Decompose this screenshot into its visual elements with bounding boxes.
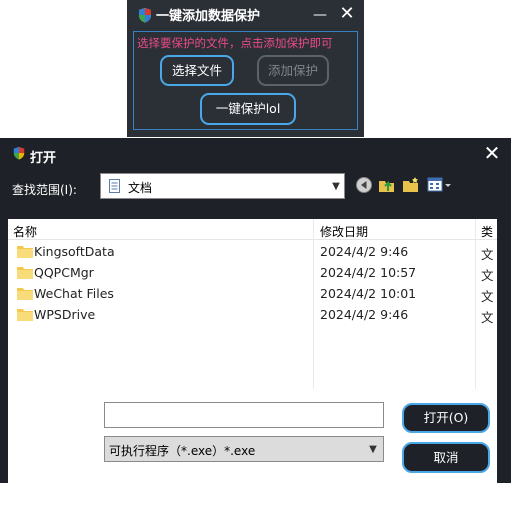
file-date: 2024/4/2 10:57 <box>320 265 417 280</box>
table-row[interactable]: QQPCMgr 2024/4/2 10:57 文 <box>8 262 497 283</box>
cancel-button[interactable]: 取消 <box>402 442 490 473</box>
file-type: 文 <box>481 268 494 283</box>
open-button[interactable]: 打开(O) <box>402 403 490 433</box>
table-row[interactable]: WeChat Files 2024/4/2 10:01 文 <box>8 283 497 304</box>
file-name: KingsoftData <box>34 244 115 259</box>
hint-text: 选择要保护的文件，点击添加保护即可 <box>137 36 333 50</box>
table-row[interactable]: WPSDrive 2024/4/2 9:46 文 <box>8 304 497 325</box>
window-title: 一键添加数据保护 <box>156 9 261 24</box>
table-row[interactable]: KingsoftData 2024/4/2 9:46 文 <box>8 241 497 262</box>
select-file-button[interactable]: 选择文件 <box>160 55 234 86</box>
column-header-date[interactable]: 修改日期 <box>320 223 368 240</box>
back-icon[interactable] <box>355 176 373 194</box>
minimize-button[interactable]: — <box>312 6 328 24</box>
look-in-label: 查找范围(I): <box>12 183 77 197</box>
file-type-value: 可执行程序（*.exe）*.exe <box>109 444 256 458</box>
chevron-down-icon[interactable]: ▼ <box>328 178 344 196</box>
view-menu-icon[interactable] <box>427 176 453 194</box>
protect-window: 一键添加数据保护 — ✕ 选择要保护的文件，点击添加保护即可 选择文件 添加保护… <box>127 0 364 137</box>
close-button[interactable]: ✕ <box>337 4 357 24</box>
dialog-title: 打开 <box>30 151 57 166</box>
file-date: 2024/4/2 10:01 <box>320 286 417 301</box>
file-type: 文 <box>481 289 494 304</box>
add-protection-button[interactable]: 添加保护 <box>257 55 329 86</box>
look-in-value: 文档 <box>128 181 153 195</box>
chevron-down-icon[interactable]: ▼ <box>365 441 381 459</box>
one-key-protect-button[interactable]: 一键保护lol <box>200 93 296 125</box>
file-list[interactable]: 名称 修改日期 类 KingsoftData 2024/4/2 9:46 文 Q… <box>8 219 497 532</box>
dialog-close-button[interactable]: ✕ <box>481 142 503 164</box>
column-header-name[interactable]: 名称 <box>13 223 37 240</box>
file-name: WeChat Files <box>34 286 114 301</box>
document-icon <box>109 179 120 193</box>
folder-icon <box>17 246 33 258</box>
file-type-dropdown[interactable]: 可执行程序（*.exe）*.exe ▼ <box>104 436 384 462</box>
column-header-type[interactable]: 类 <box>481 223 493 240</box>
file-name-input[interactable] <box>104 402 384 428</box>
folder-icon <box>17 309 33 321</box>
list-header: 名称 修改日期 类 <box>8 219 497 240</box>
file-name-label: 文件名(N): <box>10 410 69 424</box>
file-date: 2024/4/2 9:46 <box>320 307 409 322</box>
look-in-dropdown[interactable]: 文档 ▼ <box>100 173 345 199</box>
new-folder-icon[interactable] <box>402 176 420 194</box>
file-name: QQPCMgr <box>34 265 94 280</box>
shield-icon <box>139 8 151 23</box>
folder-icon <box>17 288 33 300</box>
shield-icon <box>13 146 25 160</box>
file-type-label: 文件类型(T): <box>10 444 79 458</box>
file-date: 2024/4/2 9:46 <box>320 244 409 259</box>
file-name: WPSDrive <box>34 307 96 322</box>
open-file-dialog: 打开 ✕ 查找范围(I): 文档 ▼ 名称 修改日期 类 KingsoftDat… <box>0 138 511 532</box>
file-type: 文 <box>481 247 494 262</box>
file-type: 文 <box>481 310 494 325</box>
up-folder-icon[interactable] <box>378 176 396 194</box>
folder-icon <box>17 267 33 279</box>
